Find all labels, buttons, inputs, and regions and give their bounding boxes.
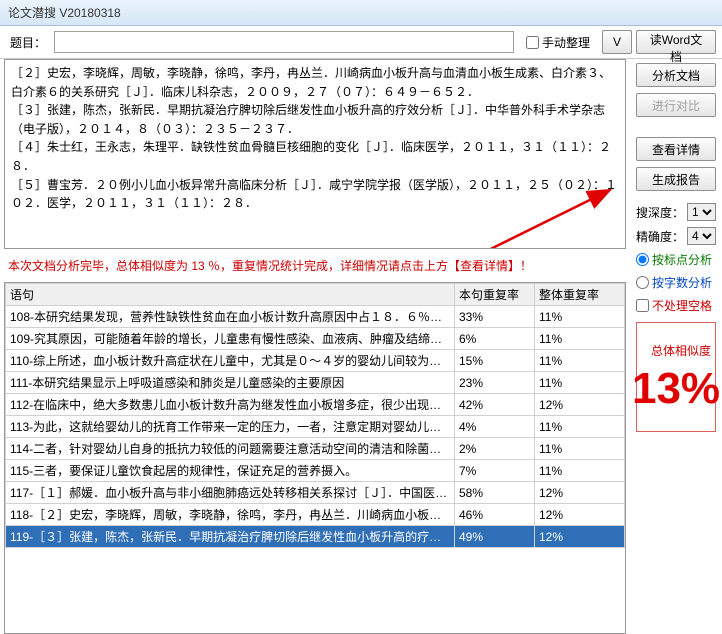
window-title: 论文潜搜 V20180318 bbox=[8, 4, 121, 21]
report-button[interactable]: 生成报告 bbox=[636, 167, 716, 191]
table-row[interactable]: 118-［２］史宏，李晓辉，周敏，李晓静，徐鸣，李丹，冉丛兰．川崎病血小板升高与… bbox=[6, 504, 625, 526]
similarity-label: 总体相似度 bbox=[651, 342, 711, 359]
by-chars-radio[interactable]: 按字数分析 bbox=[636, 274, 716, 291]
precision-label: 精确度： bbox=[636, 228, 684, 245]
subject-input[interactable] bbox=[54, 31, 514, 53]
references-textarea[interactable]: ［２］史宏，李晓辉，周敏，李晓静，徐鸣，李丹，冉丛兰．川崎病血小板升高与血清血小… bbox=[4, 59, 626, 249]
table-row[interactable]: 108-本研究结果发现，营养性缺铁性贫血在血小板计数升高原因中占１８．６％，另外… bbox=[6, 306, 625, 328]
analysis-message: 本次文档分析完毕，总体相似度为 13 ％，重复情况统计完成，详细情况请点击上方【… bbox=[4, 249, 626, 282]
table-row[interactable]: 117-［１］郝媛．血小板升高与非小细胞肺癌远处转移相关系探讨［Ｊ］．中国医学创… bbox=[6, 482, 625, 504]
no-space-check[interactable]: 不处理空格 bbox=[636, 297, 716, 314]
by-punct-radio[interactable]: 按标点分析 bbox=[636, 251, 716, 268]
table-row[interactable]: 113-为此，这就给婴幼儿的抚育工作带来一定的压力，一者，注意定期对婴幼儿进行常… bbox=[6, 416, 625, 438]
details-button[interactable]: 查看详情 bbox=[636, 137, 716, 161]
depth-select[interactable]: 1 bbox=[687, 203, 716, 221]
precision-select[interactable]: 4 bbox=[687, 227, 716, 245]
top-toolbar: 题目： 手动整理 V 读Word文档 bbox=[0, 26, 722, 59]
manual-sort-label: 手动整理 bbox=[542, 34, 590, 51]
results-table[interactable]: 语句 本句重复率 整体重复率 108-本研究结果发现，营养性缺铁性贫血在血小板计… bbox=[4, 282, 626, 634]
table-row[interactable]: 109-究其原因，可能随着年龄的增长，儿童患有慢性感染、血液病、肿瘤及结缔组织疾… bbox=[6, 328, 625, 350]
sidebar: 分析文档 进行对比 查看详情 生成报告 搜深度： 1 精确度： 4 按标点分析 … bbox=[630, 59, 722, 634]
depth-label: 搜深度： bbox=[636, 204, 684, 221]
compare-button: 进行对比 bbox=[636, 93, 716, 117]
table-row[interactable]: 119-［３］张建，陈杰，张新民．早期抗凝治疗脾切除后继发性血小板升高的疗效分析… bbox=[6, 526, 625, 548]
precision-param: 精确度： 4 bbox=[636, 227, 716, 245]
analyze-button[interactable]: 分析文档 bbox=[636, 63, 716, 87]
depth-param: 搜深度： 1 bbox=[636, 203, 716, 221]
read-word-button[interactable]: 读Word文档 bbox=[636, 30, 716, 54]
table-row[interactable]: 110-综上所述，血小板计数升高症状在儿童中，尤其是０～４岁的婴幼儿间较为常见，… bbox=[6, 350, 625, 372]
similarity-box: 总体相似度 13% bbox=[636, 322, 716, 432]
col-sentence[interactable]: 语句 bbox=[6, 284, 455, 306]
col-local-rate[interactable]: 本句重复率 bbox=[455, 284, 535, 306]
v-button[interactable]: V bbox=[602, 30, 632, 54]
table-row[interactable]: 112-在临床中，绝大多数患儿血小板计数升高为继发性血小板增多症，很少出现症状，… bbox=[6, 394, 625, 416]
similarity-value: 13% bbox=[632, 367, 720, 411]
table-row[interactable]: 115-三者，要保证儿童饮食起居的规律性，保证充足的营养摄入。7%11% bbox=[6, 460, 625, 482]
table-row[interactable]: 114-二者，针对婴幼儿自身的抵抗力较低的问题需要注意活动空间的清洁和除菌，防止… bbox=[6, 438, 625, 460]
manual-sort-check[interactable] bbox=[526, 36, 539, 49]
window-titlebar: 论文潜搜 V20180318 bbox=[0, 0, 722, 26]
references-text: ［２］史宏，李晓辉，周敏，李晓静，徐鸣，李丹，冉丛兰．川崎病血小板升高与血清血小… bbox=[11, 66, 617, 210]
subject-label: 题目： bbox=[6, 34, 50, 51]
manual-sort-checkbox[interactable]: 手动整理 bbox=[522, 34, 594, 51]
table-row[interactable]: 111-本研究结果显示上呼吸道感染和肺炎是儿童感染的主要原因23%11% bbox=[6, 372, 625, 394]
col-global-rate[interactable]: 整体重复率 bbox=[535, 284, 625, 306]
